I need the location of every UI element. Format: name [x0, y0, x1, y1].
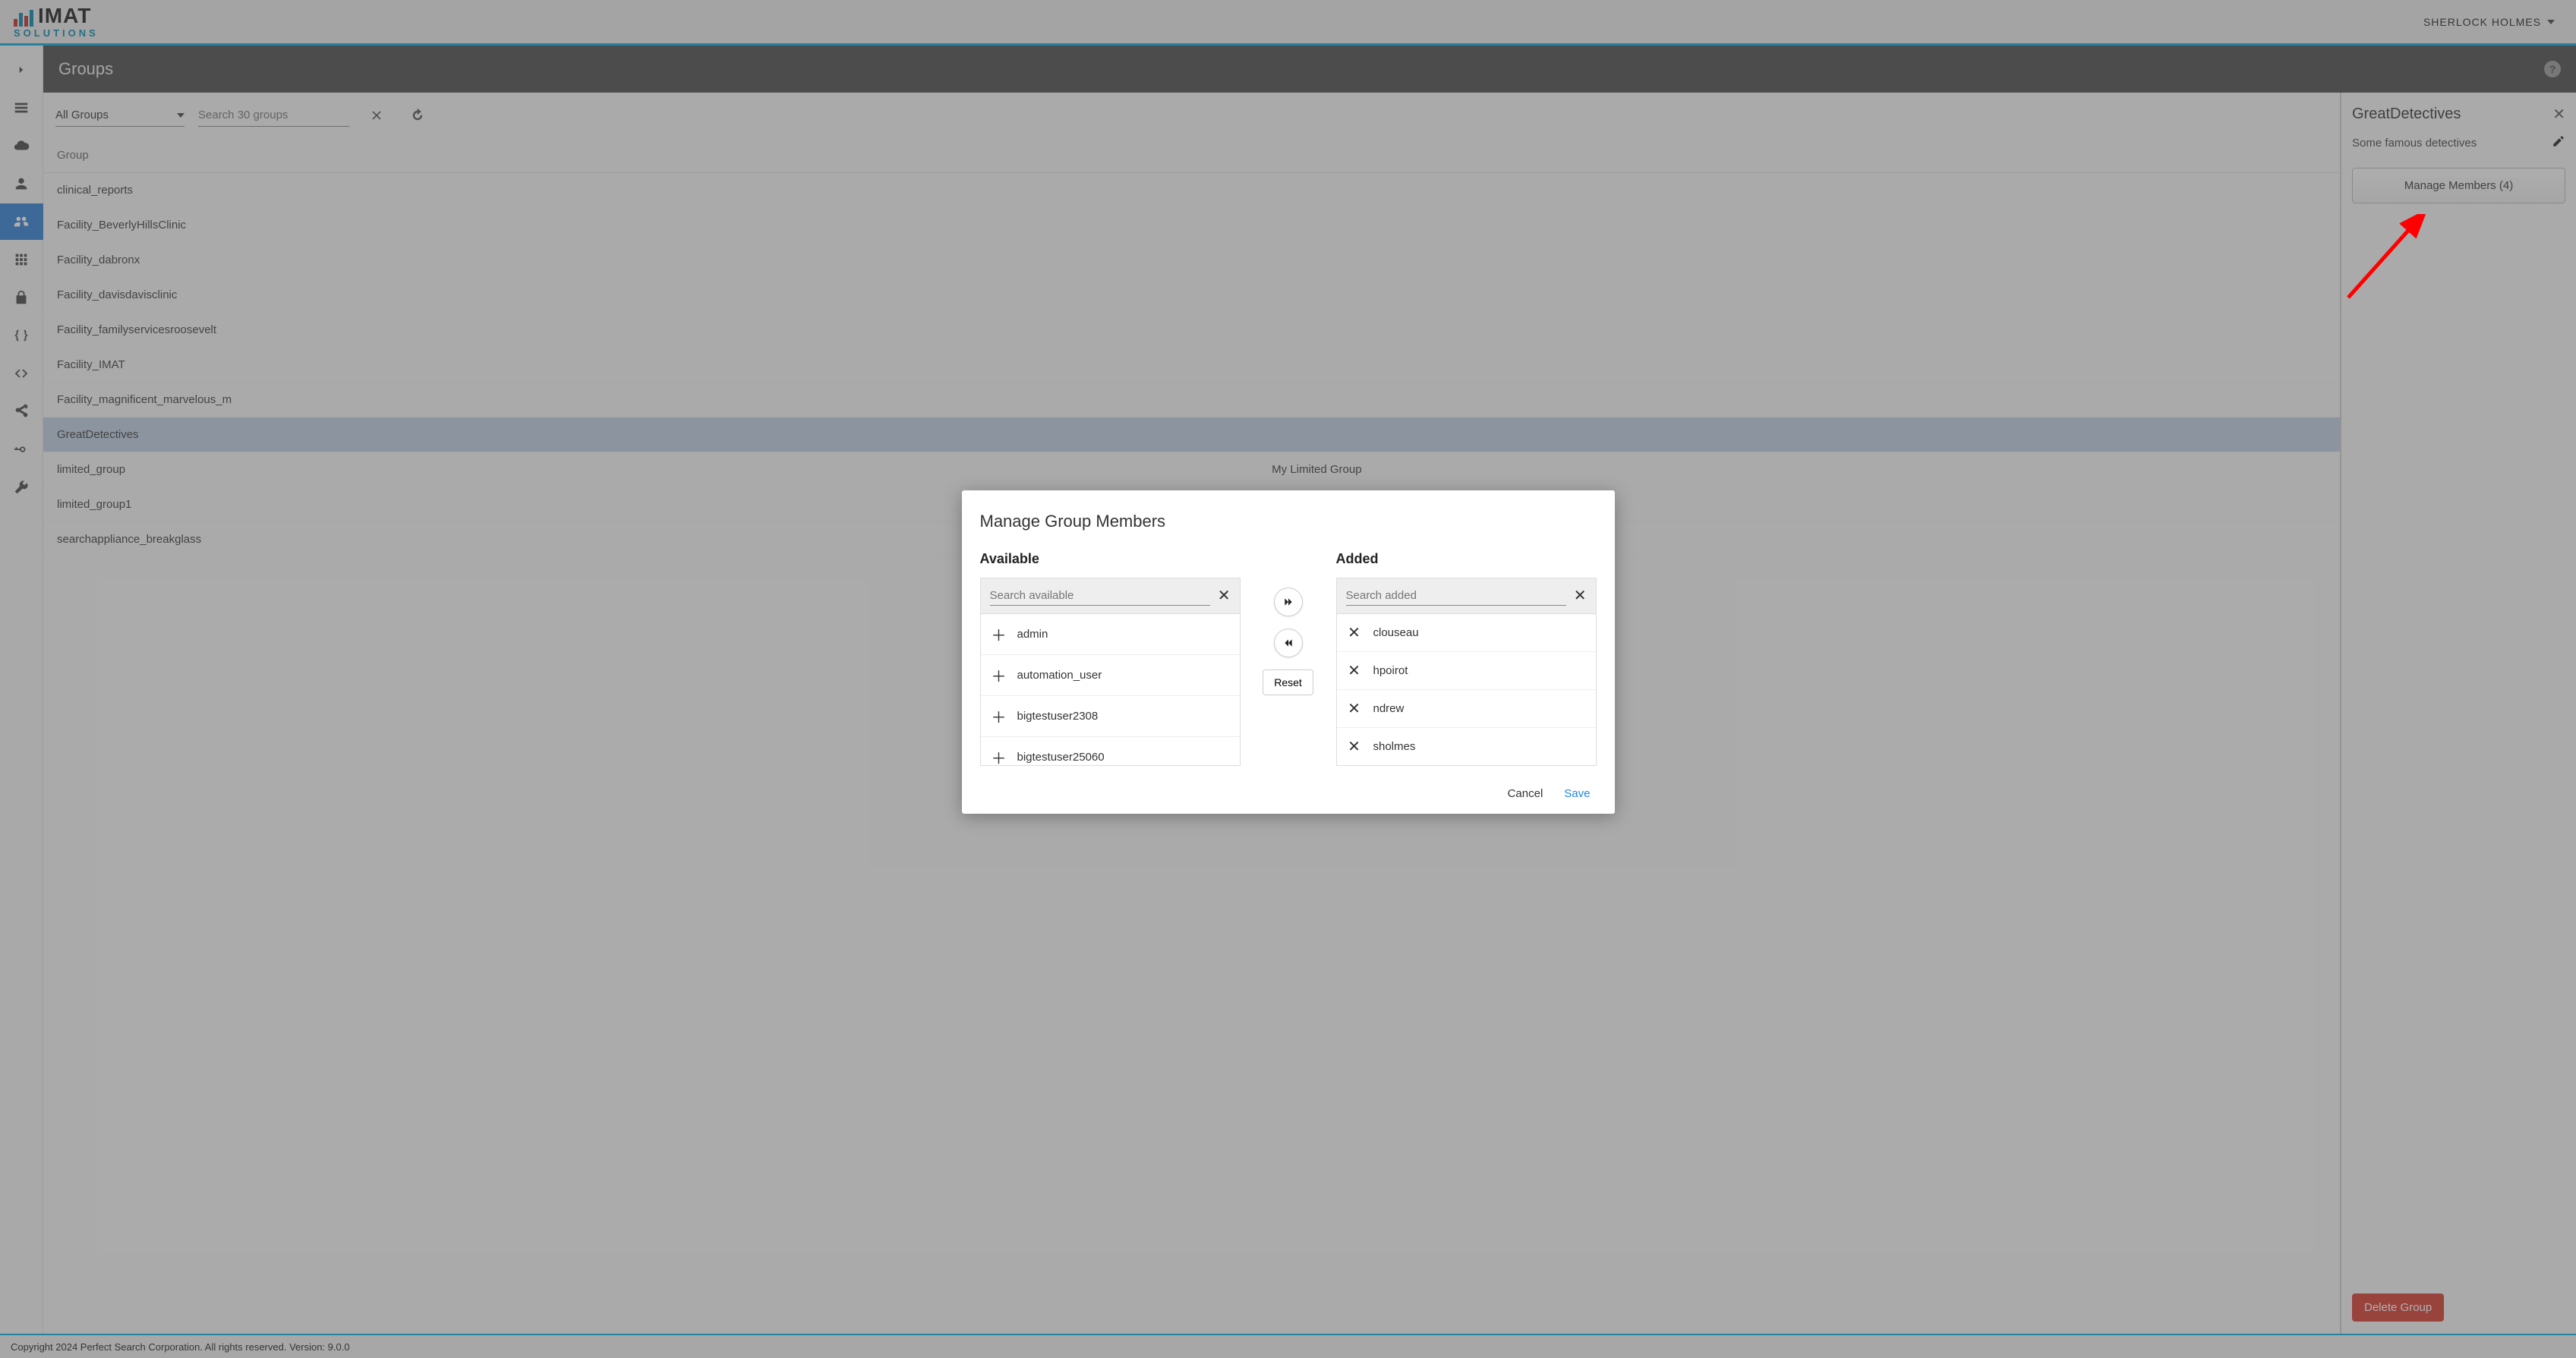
plus-icon: ＋ [992, 705, 1005, 727]
manage-members-modal: Manage Group Members Available ✕ ＋admin＋… [962, 490, 1615, 814]
list-item[interactable]: ✕ clouseau [1337, 614, 1596, 652]
added-heading: Added [1336, 551, 1597, 567]
modal-title: Manage Group Members [980, 512, 1597, 531]
remove-icon: ✕ [1348, 661, 1361, 680]
list-item[interactable]: ＋ bigtestuser2308 [981, 696, 1240, 737]
remove-all-button[interactable] [1274, 629, 1303, 657]
add-all-button[interactable] [1274, 588, 1303, 616]
remove-icon: ✕ [1348, 699, 1361, 718]
available-heading: Available [980, 551, 1241, 567]
plus-icon: ＋ [992, 664, 1005, 686]
member-name: hpoirot [1373, 664, 1408, 677]
member-name: automation_user [1017, 669, 1102, 682]
list-item[interactable]: ✕ ndrew [1337, 690, 1596, 728]
available-list[interactable]: ＋ admin ＋ automation_user ＋ bigtestuser2308 ＋ b… [980, 614, 1241, 766]
added-column: Added ✕ ✕ clouseau ✕ hpoirot ✕ ndrew ✕ sholmes [1336, 551, 1597, 766]
member-name: bigtestuser25060 [1017, 751, 1105, 764]
search-added-input[interactable] [1346, 586, 1566, 606]
reset-label: Reset [1274, 676, 1302, 688]
remove-icon: ✕ [1348, 737, 1361, 756]
list-item[interactable]: ＋ bigtestuser25060 [981, 737, 1240, 766]
plus-icon: ＋ [992, 623, 1005, 645]
member-name: bigtestuser2308 [1017, 710, 1099, 723]
cancel-button[interactable]: Cancel [1508, 787, 1543, 800]
available-column: Available ✕ ＋ admin ＋ automation_user ＋ bigte… [980, 551, 1241, 766]
member-name: sholmes [1373, 740, 1416, 753]
transfer-controls: Reset [1254, 551, 1323, 766]
list-item[interactable]: ＋ admin [981, 614, 1240, 655]
plus-icon: ＋ [992, 746, 1005, 766]
reset-button[interactable]: Reset [1263, 670, 1313, 695]
remove-icon: ✕ [1348, 623, 1361, 642]
list-item[interactable]: ✕ sholmes [1337, 728, 1596, 765]
list-item[interactable]: ✕ hpoirot [1337, 652, 1596, 690]
clear-available-search[interactable]: ✕ [1210, 586, 1231, 605]
search-available-input[interactable] [990, 586, 1210, 606]
member-name: admin [1017, 628, 1048, 641]
added-list[interactable]: ✕ clouseau ✕ hpoirot ✕ ndrew ✕ sholmes [1336, 614, 1597, 766]
list-item[interactable]: ＋ automation_user [981, 655, 1240, 696]
save-button[interactable]: Save [1564, 787, 1590, 800]
clear-added-search[interactable]: ✕ [1566, 586, 1587, 605]
member-name: ndrew [1373, 702, 1405, 715]
member-name: clouseau [1373, 626, 1419, 639]
